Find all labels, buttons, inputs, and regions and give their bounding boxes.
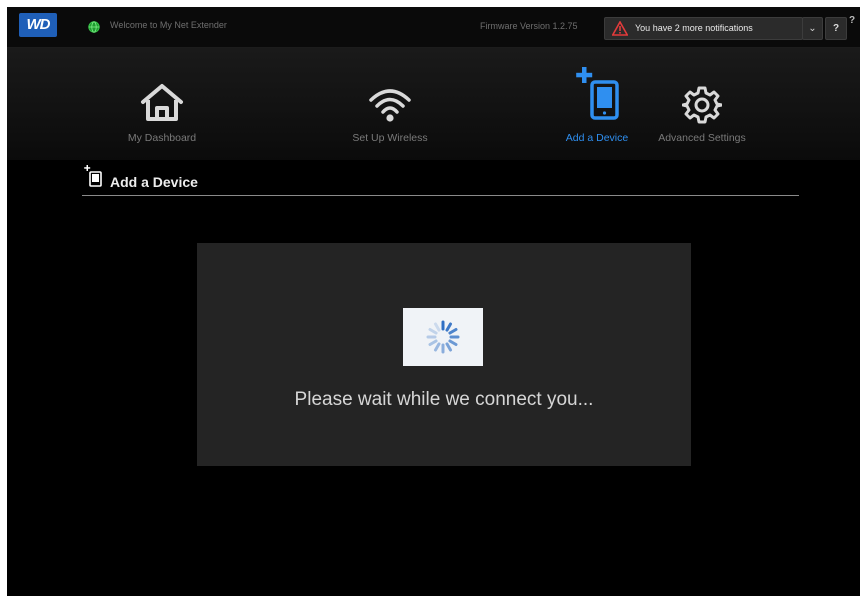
- top-bar: WD Welcome to My Net Extender Firmware V…: [7, 7, 860, 48]
- notification-dropdown-button[interactable]: ⌄: [802, 17, 823, 40]
- warning-icon: [612, 21, 628, 36]
- nav-item-set-up-wireless[interactable]: Set Up Wireless: [330, 48, 450, 160]
- gear-icon: [682, 86, 722, 124]
- help-button[interactable]: ?: [825, 17, 847, 40]
- chevron-down-icon: ⌄: [808, 23, 817, 34]
- nav-label: Advanced Settings: [658, 132, 746, 144]
- nav-item-add-a-device[interactable]: Add a Device: [547, 48, 647, 160]
- globe-icon: [88, 21, 100, 33]
- page-header: Add a Device: [82, 165, 799, 196]
- spinner-box: [403, 308, 483, 366]
- page-title: Add a Device: [110, 174, 198, 190]
- nav-label: My Dashboard: [127, 132, 197, 144]
- nav-label: Set Up Wireless: [352, 132, 428, 144]
- nav-item-advanced-settings[interactable]: Advanced Settings: [647, 48, 757, 160]
- app-window: WD Welcome to My Net Extender Firmware V…: [7, 7, 860, 596]
- wd-logo[interactable]: WD: [19, 13, 57, 37]
- status-message: Please wait while we connect you...: [294, 389, 594, 410]
- home-icon: [141, 84, 183, 121]
- add-device-icon: [84, 165, 102, 187]
- notification-bar[interactable]: You have 2 more notifications: [604, 17, 803, 40]
- notification-text: You have 2 more notifications: [635, 23, 753, 33]
- main-nav: My Dashboard Set Up Wireless Add a Devic…: [7, 48, 860, 160]
- nav-label: Add a Device: [565, 132, 629, 144]
- more-button[interactable]: ?: [849, 15, 859, 35]
- add-device-icon: [576, 67, 619, 120]
- firmware-version: Firmware Version 1.2.75: [480, 21, 578, 31]
- status-panel: Please wait while we connect you...: [197, 243, 691, 466]
- welcome-text: Welcome to My Net Extender: [110, 20, 227, 30]
- nav-item-my-dashboard[interactable]: My Dashboard: [102, 48, 222, 160]
- spinner-icon: [426, 320, 460, 354]
- wifi-icon: [369, 89, 411, 122]
